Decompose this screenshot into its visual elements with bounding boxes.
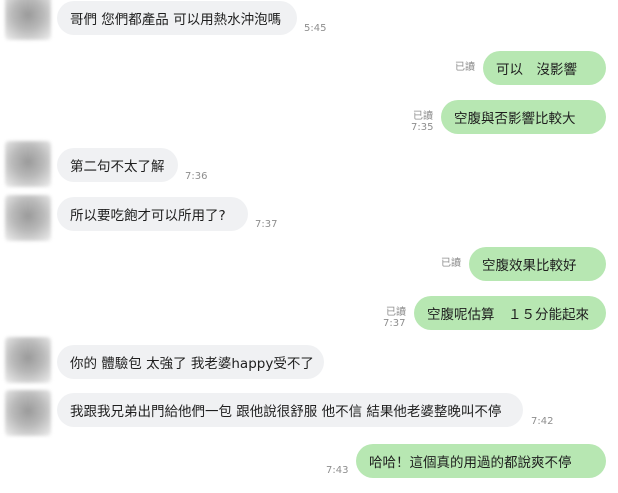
avatar[interactable] [5, 390, 51, 436]
message-bubble[interactable]: 第二句不太了解 [57, 148, 178, 182]
avatar[interactable] [5, 141, 51, 187]
read-receipt: 已讀 [441, 258, 461, 269]
message-bubble[interactable]: 我跟我兄弟出門給他們一包 跟他說很舒服 他不信 結果他老婆整晚叫不停 [57, 393, 523, 427]
message-bubble[interactable]: 可以 沒影響 [483, 51, 606, 85]
message-timestamp: 7:37 [255, 219, 278, 230]
message-bubble[interactable]: 所以要吃飽才可以所用了? [57, 197, 248, 231]
message-bubble[interactable]: 哈哈！這個真的用過的都說爽不停 [356, 444, 606, 478]
message-timestamp: 7:37 [383, 318, 406, 329]
read-receipt: 已讀 [413, 111, 433, 122]
read-receipt: 已讀 [386, 307, 406, 318]
message-timestamp: 7:36 [185, 171, 208, 182]
message-bubble[interactable]: 空腹與否影響比較大 [441, 100, 606, 134]
message-timestamp: 5:45 [304, 23, 327, 34]
message-bubble[interactable]: 空腹呢估算 １５分能起來 [414, 296, 606, 330]
avatar[interactable] [5, 0, 51, 40]
message-timestamp: 7:42 [531, 416, 554, 427]
read-receipt: 已讀 [455, 62, 475, 73]
avatar[interactable] [5, 337, 51, 383]
message-bubble[interactable]: 哥們 您們都產品 可以用熱水沖泡嗎 [57, 1, 297, 35]
message-timestamp: 7:35 [411, 122, 434, 133]
message-bubble[interactable]: 你的 體驗包 太強了 我老婆happy受不了 [57, 345, 324, 379]
avatar[interactable] [5, 195, 51, 241]
message-timestamp: 7:43 [326, 465, 349, 476]
message-bubble[interactable]: 空腹效果比較好 [469, 247, 606, 281]
